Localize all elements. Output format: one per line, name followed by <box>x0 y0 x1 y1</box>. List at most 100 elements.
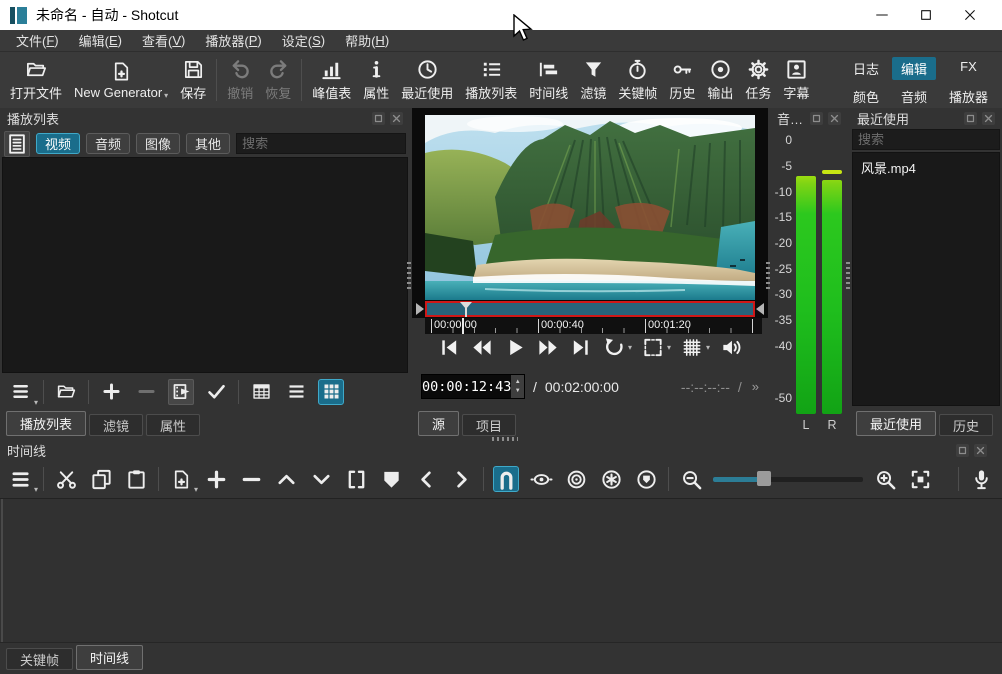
layout-audio[interactable]: 音频 <box>892 85 936 108</box>
splitter-handle[interactable] <box>766 262 770 290</box>
playlist-remove-button[interactable] <box>133 379 159 405</box>
marker-button[interactable] <box>378 466 404 492</box>
scrub-while-dragging-button[interactable] <box>528 466 554 492</box>
recent-search-input[interactable] <box>852 129 1000 150</box>
timeline-zoom-fit-button[interactable] <box>907 466 933 492</box>
append-button[interactable]: ▾ <box>168 466 194 492</box>
loop-button[interactable]: ▾ <box>602 336 632 359</box>
ripple-all-tracks-button[interactable] <box>598 466 624 492</box>
overwrite-button[interactable] <box>308 466 334 492</box>
current-timecode-spinner[interactable]: 00:00:12:43 ▲▼ <box>421 374 525 399</box>
ripple-markers-button[interactable] <box>633 466 659 492</box>
playlist-thumbnails-icon[interactable] <box>4 131 30 157</box>
trim-in-marker[interactable] <box>416 303 424 315</box>
tab-recent[interactable]: 最近使用 <box>856 411 936 436</box>
split-button[interactable] <box>343 466 369 492</box>
close-panel-icon[interactable] <box>390 112 403 125</box>
recent-button[interactable]: 最近使用 <box>395 56 459 104</box>
playlist-select-button[interactable] <box>203 379 229 405</box>
float-panel-icon[interactable] <box>810 112 823 125</box>
tab-project[interactable]: 项目 <box>462 414 516 436</box>
record-audio-button[interactable] <box>968 466 994 492</box>
tab-filters[interactable]: 滤镜 <box>89 414 143 436</box>
open-file-button[interactable]: 打开文件 <box>4 56 68 104</box>
tab-source[interactable]: 源 <box>418 411 459 436</box>
splitter-handle[interactable] <box>407 262 411 290</box>
close-panel-icon[interactable] <box>982 112 995 125</box>
close-panel-icon[interactable] <box>974 444 987 457</box>
timeline-zoom-slider[interactable] <box>713 469 863 489</box>
tab-properties[interactable]: 属性 <box>146 414 200 436</box>
tab-keyframes[interactable]: 关键帧 <box>6 648 73 670</box>
close-panel-icon[interactable] <box>828 112 841 125</box>
paste-button[interactable] <box>123 466 149 492</box>
playlist-menu-button[interactable]: ▾ <box>8 379 34 405</box>
slider-handle[interactable] <box>757 471 771 486</box>
copy-button[interactable] <box>88 466 114 492</box>
lift-button[interactable] <box>273 466 299 492</box>
menu-settings[interactable]: 设定(S) <box>272 30 335 51</box>
jobs-button[interactable]: 任务 <box>739 56 777 104</box>
playlist-open-button[interactable] <box>53 379 79 405</box>
float-panel-icon[interactable] <box>964 112 977 125</box>
playlist-add-button[interactable] <box>98 379 124 405</box>
splitter-handle[interactable] <box>492 437 518 441</box>
ripple-button[interactable] <box>563 466 589 492</box>
add-button[interactable] <box>203 466 229 492</box>
zoom-out-button[interactable] <box>678 466 704 492</box>
volume-button[interactable] <box>719 336 743 359</box>
spinner-arrows[interactable]: ▲▼ <box>511 375 524 398</box>
rewind-button[interactable] <box>470 336 494 359</box>
menu-help[interactable]: 帮助(H) <box>335 30 399 51</box>
float-panel-icon[interactable] <box>372 112 385 125</box>
cut-button[interactable] <box>53 466 79 492</box>
subtitles-button[interactable]: 字幕 <box>777 56 815 104</box>
time-ruler[interactable]: 00:00:00 00:00:40 00:01:20 <box>425 318 762 334</box>
view-details-button[interactable] <box>248 379 274 405</box>
layout-editing[interactable]: 编辑 <box>892 57 936 80</box>
float-panel-icon[interactable] <box>956 444 969 457</box>
save-button[interactable]: 保存 <box>174 56 212 104</box>
media-tab-audio[interactable]: 音频 <box>86 133 130 154</box>
zoom-fit-button[interactable]: ▾ <box>641 336 671 359</box>
peak-meter-button[interactable]: 峰值表 <box>306 56 357 104</box>
new-generator-button[interactable]: New Generator▾ <box>68 58 174 102</box>
layout-player[interactable]: 播放器 <box>940 85 997 108</box>
playlist-update-button[interactable] <box>168 379 194 405</box>
trim-out-marker[interactable] <box>756 303 764 315</box>
timeline-button[interactable]: 时间线 <box>523 56 574 104</box>
timeline-tracks[interactable] <box>0 498 1002 643</box>
grid-button[interactable]: ▾ <box>680 336 710 359</box>
layout-logging[interactable]: 日志 <box>844 57 888 80</box>
menu-player[interactable]: 播放器(P) <box>195 30 271 51</box>
playlist-button[interactable]: 播放列表 <box>459 56 523 104</box>
maximize-button[interactable] <box>904 1 948 29</box>
layout-fx[interactable]: FX <box>940 57 997 80</box>
splitter-handle[interactable] <box>846 262 850 290</box>
undo-button[interactable]: 撤销 <box>221 56 259 104</box>
overflow-chevron-icon[interactable]: » <box>752 379 759 394</box>
filters-button[interactable]: 滤镜 <box>574 56 612 104</box>
list-item[interactable]: 风景.mp4 <box>853 153 999 182</box>
tab-timeline[interactable]: 时间线 <box>76 645 143 670</box>
zoom-in-button[interactable] <box>872 466 898 492</box>
layout-color[interactable]: 颜色 <box>844 85 888 108</box>
playhead[interactable] <box>460 302 472 316</box>
playlist-search-input[interactable] <box>236 133 406 154</box>
skip-to-end-button[interactable] <box>569 336 593 359</box>
previous-marker-button[interactable] <box>413 466 439 492</box>
ripple-delete-button[interactable] <box>238 466 264 492</box>
skip-to-start-button[interactable] <box>437 336 461 359</box>
next-marker-button[interactable] <box>448 466 474 492</box>
redo-button[interactable]: 恢复 <box>259 56 297 104</box>
menu-file[interactable]: 文件(F) <box>6 30 69 51</box>
media-tab-video[interactable]: 视频 <box>36 133 80 154</box>
properties-button[interactable]: 属性 <box>357 56 395 104</box>
menu-edit[interactable]: 编辑(E) <box>69 30 132 51</box>
history-button[interactable]: 历史 <box>663 56 701 104</box>
menu-view[interactable]: 查看(V) <box>132 30 195 51</box>
keyframes-button[interactable]: 关键帧 <box>612 56 663 104</box>
timeline-menu-button[interactable]: ▾ <box>8 466 34 492</box>
export-button[interactable]: 输出 <box>701 56 739 104</box>
snap-button[interactable] <box>493 466 519 492</box>
